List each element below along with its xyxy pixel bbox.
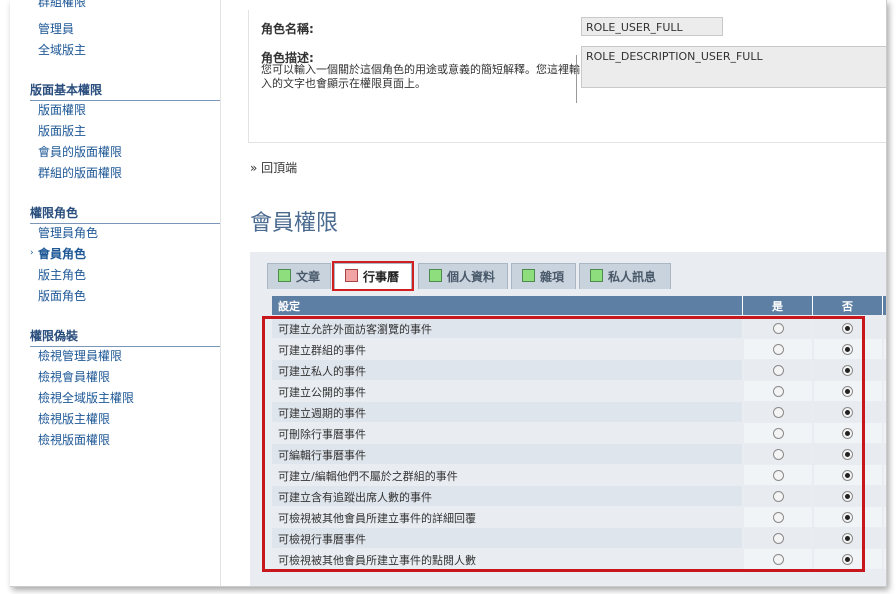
back-marker: » [250, 161, 258, 175]
radio-yes[interactable] [773, 323, 784, 334]
tab-label: 雜項 [540, 270, 565, 284]
table-row: 可刪除行事曆事件 [272, 423, 886, 443]
permission-label: 可建立含有追蹤出席人數的事件 [278, 491, 432, 504]
radio-no[interactable] [842, 491, 853, 502]
radio-yes[interactable] [773, 365, 784, 376]
sidebar-item-user-roles[interactable]: 會員角色 [38, 245, 86, 262]
active-arrow-icon: › [30, 248, 34, 258]
role-desc-textarea[interactable]: ROLE_DESCRIPTION_USER_FULL [581, 46, 886, 88]
tab-label: 文章 [296, 270, 321, 284]
radio-yes[interactable] [773, 512, 784, 523]
header-no: 否 [842, 300, 853, 313]
sidebar-item-admin-roles[interactable]: 管理員角色 [38, 224, 98, 241]
permission-label: 可檢視被其他會員所建立事件的點閱人數 [278, 554, 476, 567]
window-frame: 群組權限 管理員 全域版主 版面基本權限 版面權限 版面版主 會員的版面權限 群… [10, 0, 887, 587]
table-row: 可建立/編輯他們不屬於之群組的事件 [272, 465, 886, 485]
radio-yes[interactable] [773, 470, 784, 481]
sidebar-item-view-forum-permissions[interactable]: 檢視版面權限 [38, 431, 110, 448]
permission-label: 可建立私人的事件 [278, 365, 366, 378]
tab-calendar[interactable]: 行事曆 [332, 261, 414, 291]
sidebar-item-view-global-mod-permissions[interactable]: 檢視全域版主權限 [38, 389, 134, 406]
tab-misc[interactable]: 雜項 [511, 263, 576, 289]
permission-label: 可建立允許外面訪客瀏覽的事件 [278, 323, 432, 336]
sidebar-item-user-forum-permissions[interactable]: 會員的版面權限 [38, 143, 122, 160]
sidebar-section-forum-basic: 版面基本權限 [30, 81, 220, 101]
permission-label: 可編輯行事曆事件 [278, 449, 366, 462]
radio-no[interactable] [842, 533, 853, 544]
radio-yes[interactable] [773, 386, 784, 397]
sidebar-section-roles: 權限角色 [30, 204, 220, 224]
sidebar-item-view-user-permissions[interactable]: 檢視會員權限 [38, 368, 110, 385]
header-setting: 設定 [278, 300, 300, 313]
header-yes: 是 [772, 300, 783, 313]
role-name-input[interactable]: ROLE_USER_FULL [581, 17, 723, 36]
sidebar-item-mod-roles[interactable]: 版主角色 [38, 266, 86, 283]
permission-label: 可建立群組的事件 [278, 344, 366, 357]
sidebar-item-group-permissions[interactable]: 群組權限 [38, 0, 86, 10]
sidebar-item-admins[interactable]: 管理員 [38, 20, 74, 37]
permission-label: 可建立週期的事件 [278, 407, 366, 420]
permission-label: 可檢視行事曆事件 [278, 533, 366, 546]
table-row: 可檢視被其他會員所建立事件的點閱人數 [272, 549, 886, 569]
table-row: 可建立允許外面訪客瀏覽的事件 [272, 318, 886, 338]
radio-no[interactable] [842, 407, 853, 418]
table-row: 可建立群組的事件 [272, 339, 886, 359]
tab-profile[interactable]: 個人資料 [418, 263, 508, 289]
back-to-top-link[interactable]: » 回頂端 [250, 159, 297, 176]
radio-no[interactable] [842, 344, 853, 355]
radio-no[interactable] [842, 386, 853, 397]
permission-label: 可檢視被其他會員所建立事件的詳細回覆 [278, 512, 476, 525]
role-settings-box: 角色名稱: ROLE_USER_FULL 角色描述: 您可以輸入一個關於這個角色… [248, 10, 886, 143]
radio-no[interactable] [842, 512, 853, 523]
radio-yes[interactable] [773, 449, 784, 460]
radio-no[interactable] [842, 428, 853, 439]
sidebar-item-global-mods[interactable]: 全域版主 [38, 41, 86, 58]
sidebar-item-view-admin-permissions[interactable]: 檢視管理員權限 [38, 347, 122, 364]
radio-no[interactable] [842, 449, 853, 460]
sidebar: 群組權限 管理員 全域版主 版面基本權限 版面權限 版面版主 會員的版面權限 群… [10, 0, 221, 586]
tab-status-icon [522, 269, 535, 282]
table-header: 設定 是 否 [272, 296, 886, 315]
permission-label: 可刪除行事曆事件 [278, 428, 366, 441]
tab-posts[interactable]: 文章 [267, 263, 331, 289]
table-row: 可編輯行事曆事件 [272, 444, 886, 464]
radio-yes[interactable] [773, 554, 784, 565]
radio-yes[interactable] [773, 428, 784, 439]
sidebar-item-view-mod-permissions[interactable]: 檢視版主權限 [38, 410, 110, 427]
table-row: 可建立公開的事件 [272, 381, 886, 401]
permission-label: 可建立/編輯他們不屬於之群組的事件 [278, 470, 458, 483]
radio-yes[interactable] [773, 533, 784, 544]
role-desc-help: 您可以輸入一個關於這個角色的用途或意義的簡短解釋。您這裡輸入的文字也會顯示在權限… [261, 63, 580, 90]
sidebar-item-group-forum-permissions[interactable]: 群組的版面權限 [38, 164, 122, 181]
table-row: 可建立含有追蹤出席人數的事件 [272, 486, 886, 506]
permission-label: 可建立公開的事件 [278, 386, 366, 399]
table-row: 可檢視被其他會員所建立事件的詳細回覆 [272, 507, 886, 527]
radio-no[interactable] [842, 365, 853, 376]
tab-private-messages[interactable]: 私人訊息 [579, 263, 671, 289]
tab-status-icon [590, 269, 603, 282]
page-title: 會員權限 [250, 211, 339, 236]
tab-label: 私人訊息 [608, 270, 657, 284]
tab-status-icon [429, 269, 442, 282]
tab-label: 個人資料 [447, 270, 496, 284]
radio-no[interactable] [842, 470, 853, 481]
tab-status-icon [345, 269, 358, 282]
table-row: 可檢視行事曆事件 [272, 528, 886, 548]
radio-yes[interactable] [773, 344, 784, 355]
sidebar-item-forum-moderators[interactable]: 版面版主 [38, 122, 86, 139]
sidebar-item-forum-roles[interactable]: 版面角色 [38, 287, 86, 304]
field-divider [576, 55, 577, 103]
role-name-label: 角色名稱: [261, 22, 314, 36]
radio-yes[interactable] [773, 491, 784, 502]
table-row: 可建立週期的事件 [272, 402, 886, 422]
sidebar-section-masks: 權限偽裝 [30, 327, 220, 347]
sidebar-item-forum-permissions[interactable]: 版面權限 [38, 101, 86, 118]
back-to-top-label: 回頂端 [261, 161, 298, 175]
table-row: 可建立私人的事件 [272, 360, 886, 380]
tab-label: 行事曆 [363, 270, 400, 284]
radio-yes[interactable] [773, 407, 784, 418]
radio-no[interactable] [842, 554, 853, 565]
radio-no[interactable] [842, 323, 853, 334]
tab-status-icon [278, 269, 291, 282]
